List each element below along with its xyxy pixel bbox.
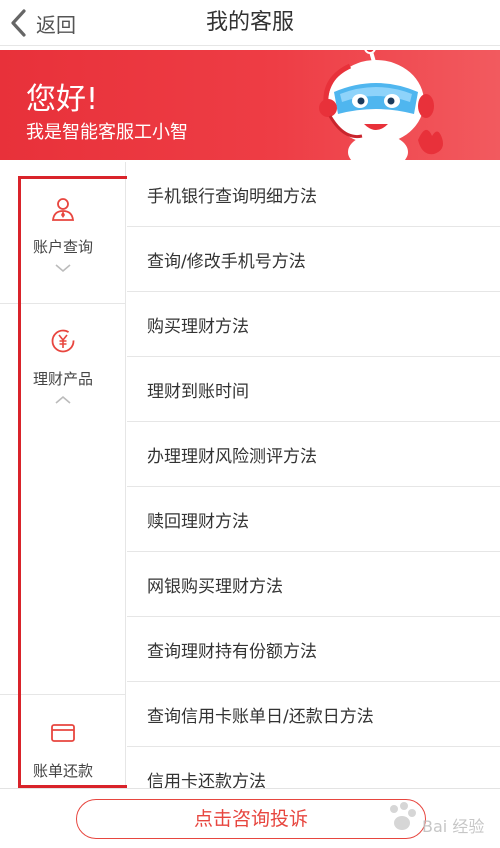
divider [0, 694, 126, 695]
list-item[interactable]: 网银购买理财方法 [127, 552, 500, 617]
yuan-icon [51, 329, 75, 353]
banner-greeting: 您好! [26, 82, 99, 117]
chevron-up-icon [55, 395, 71, 404]
bottom-bar: 点击咨询投诉 Bai 经验 [0, 788, 500, 848]
consult-complaint-button[interactable]: 点击咨询投诉 [76, 799, 426, 839]
chevron-left-icon [11, 9, 26, 37]
list-item[interactable]: 购买理财方法 [127, 292, 500, 357]
robot-mascot-icon [319, 50, 443, 160]
divider [0, 303, 126, 304]
category-sidebar: 账户查询 理财产品 账单还款 [0, 162, 126, 788]
card-icon [51, 724, 75, 742]
list-item[interactable]: 查询/修改手机号方法 [127, 227, 500, 292]
category-bill[interactable]: 账单还款 [0, 720, 126, 781]
category-label: 理财产品 [32, 370, 93, 388]
chevron-down-icon [55, 264, 71, 273]
list-item[interactable]: 信用卡还款方法 [127, 747, 500, 788]
user-icon [51, 198, 75, 221]
list-item[interactable]: 查询信用卡账单日/还款日方法 [127, 682, 500, 747]
paw-icon [390, 802, 416, 830]
list-item[interactable]: 理财到账时间 [127, 357, 500, 422]
category-label: 账单还款 [32, 762, 93, 780]
welcome-banner: 您好! 我是智能客服工小智 [0, 50, 500, 160]
list-item[interactable]: 查询理财持有份额方法 [127, 617, 500, 682]
back-button[interactable]: 返回 [8, 6, 76, 40]
category-label: 账户查询 [32, 238, 93, 256]
question-list: 手机银行查询明细方法 查询/修改手机号方法 购买理财方法 理财到账时间 办理理财… [127, 162, 500, 788]
list-item[interactable]: 办理理财风险测评方法 [127, 422, 500, 487]
list-item[interactable]: 赎回理财方法 [127, 487, 500, 552]
list-item[interactable]: 手机银行查询明细方法 [127, 162, 500, 227]
watermark-text: Bai 经验 [422, 817, 485, 836]
nav-bar: 返回 我的客服 [0, 0, 500, 46]
faq-menu: 账户查询 理财产品 账单还款 手机银行查询明细方法 查询/修改手机号方法 购买理… [0, 162, 500, 788]
baidu-watermark: Bai 经验 [382, 795, 494, 839]
category-wealth[interactable]: 理财产品 [0, 328, 126, 405]
category-account[interactable]: 账户查询 [0, 196, 126, 273]
banner-subtitle: 我是智能客服工小智 [26, 122, 188, 143]
back-label: 返回 [36, 12, 76, 37]
